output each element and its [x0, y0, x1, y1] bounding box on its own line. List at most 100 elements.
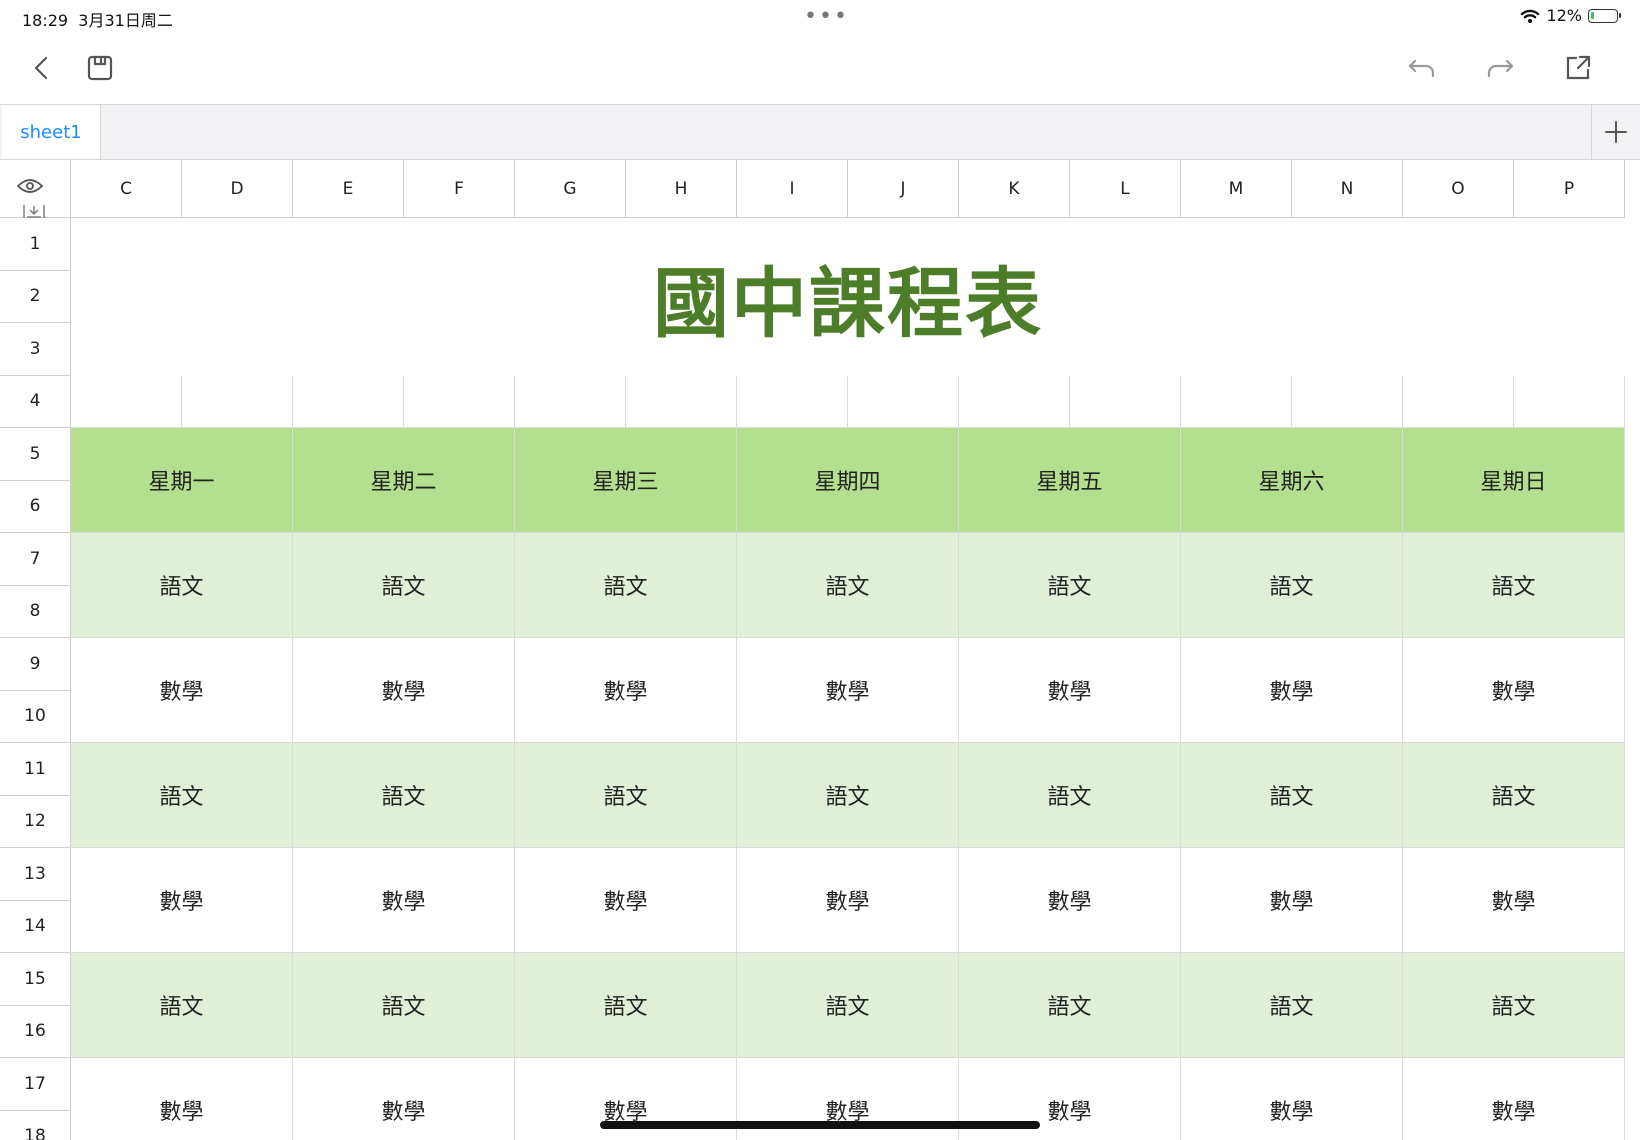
empty-cell[interactable]	[959, 375, 1070, 428]
course-cell[interactable]: 數學	[959, 638, 1181, 743]
empty-cell[interactable]	[182, 375, 293, 428]
column-header[interactable]: I	[737, 160, 848, 218]
course-cell[interactable]: 語文	[515, 743, 737, 848]
course-cell[interactable]: 語文	[1181, 743, 1403, 848]
empty-cell[interactable]	[293, 375, 404, 428]
course-cell[interactable]: 數學	[1403, 638, 1625, 743]
course-cell[interactable]: 語文	[71, 743, 293, 848]
course-cell[interactable]: 語文	[1403, 533, 1625, 638]
course-cell[interactable]: 語文	[1403, 743, 1625, 848]
column-header[interactable]: P	[1514, 160, 1625, 218]
row-header[interactable]: 5	[0, 428, 71, 481]
course-cell[interactable]: 數學	[737, 638, 959, 743]
day-header-cell[interactable]: 星期五	[959, 428, 1181, 533]
column-header[interactable]: D	[182, 160, 293, 218]
row-header[interactable]: 18	[0, 1110, 71, 1140]
back-button[interactable]	[24, 50, 60, 86]
save-button[interactable]	[82, 50, 118, 86]
row-header[interactable]: 12	[0, 795, 71, 848]
row-header[interactable]: 7	[0, 533, 71, 586]
day-header-cell[interactable]: 星期三	[515, 428, 737, 533]
row-header[interactable]: 11	[0, 743, 71, 796]
course-cell[interactable]: 語文	[959, 533, 1181, 638]
row-header[interactable]: 9	[0, 638, 71, 691]
course-cell[interactable]: 數學	[515, 638, 737, 743]
row-header[interactable]: 3	[0, 323, 71, 376]
share-button[interactable]	[1560, 50, 1596, 86]
multitasking-dots-icon[interactable]: •••	[804, 4, 849, 29]
course-cell[interactable]: 語文	[71, 533, 293, 638]
course-cell[interactable]: 語文	[71, 953, 293, 1058]
home-indicator[interactable]	[600, 1121, 1040, 1129]
column-header[interactable]: E	[293, 160, 404, 218]
course-cell[interactable]: 數學	[71, 638, 293, 743]
row-header[interactable]: 17	[0, 1058, 71, 1111]
column-header[interactable]: M	[1181, 160, 1292, 218]
day-header-cell[interactable]: 星期四	[737, 428, 959, 533]
column-header[interactable]: N	[1292, 160, 1403, 218]
course-cell[interactable]: 數學	[293, 638, 515, 743]
course-cell[interactable]: 語文	[1181, 953, 1403, 1058]
row-header[interactable]: 15	[0, 953, 71, 1006]
course-cell[interactable]: 數學	[515, 848, 737, 953]
course-cell[interactable]: 語文	[515, 953, 737, 1058]
empty-cell[interactable]	[1070, 375, 1181, 428]
course-cell[interactable]: 語文	[737, 953, 959, 1058]
course-cell[interactable]: 數學	[959, 848, 1181, 953]
row-header[interactable]: 16	[0, 1005, 71, 1058]
course-cell[interactable]: 語文	[293, 533, 515, 638]
sheet-title[interactable]: 國中課程表	[71, 218, 1625, 376]
empty-cell[interactable]	[1181, 375, 1292, 428]
eye-icon[interactable]	[17, 178, 43, 194]
day-header-cell[interactable]: 星期二	[293, 428, 515, 533]
row-header[interactable]: 4	[0, 375, 71, 428]
course-cell[interactable]: 數學	[737, 848, 959, 953]
course-cell[interactable]: 數學	[1181, 848, 1403, 953]
course-cell[interactable]: 語文	[1403, 953, 1625, 1058]
course-cell[interactable]: 數學	[71, 1058, 293, 1140]
course-cell[interactable]: 語文	[293, 953, 515, 1058]
add-sheet-button[interactable]	[1591, 105, 1640, 159]
row-header[interactable]: 14	[0, 900, 71, 953]
column-header[interactable]: O	[1403, 160, 1514, 218]
column-header[interactable]: L	[1070, 160, 1181, 218]
empty-cell[interactable]	[737, 375, 848, 428]
column-header[interactable]: F	[404, 160, 515, 218]
day-header-cell[interactable]: 星期一	[71, 428, 293, 533]
row-header[interactable]: 10	[0, 690, 71, 743]
empty-cell[interactable]	[1292, 375, 1403, 428]
sheet-tab[interactable]: sheet1	[2, 105, 101, 159]
row-header[interactable]: 13	[0, 848, 71, 901]
row-header[interactable]: 2	[0, 270, 71, 323]
course-cell[interactable]: 數學	[1403, 1058, 1625, 1140]
empty-cell[interactable]	[1403, 375, 1514, 428]
column-header[interactable]: G	[515, 160, 626, 218]
column-header[interactable]: H	[626, 160, 737, 218]
undo-button[interactable]	[1404, 50, 1440, 86]
redo-button[interactable]	[1482, 50, 1518, 86]
column-header[interactable]: K	[959, 160, 1070, 218]
course-cell[interactable]: 語文	[1181, 533, 1403, 638]
column-header[interactable]: C	[71, 160, 182, 218]
row-header[interactable]: 1	[0, 218, 71, 271]
day-header-cell[interactable]: 星期六	[1181, 428, 1403, 533]
course-cell[interactable]: 數學	[1181, 638, 1403, 743]
course-cell[interactable]: 數學	[1403, 848, 1625, 953]
empty-cell[interactable]	[404, 375, 515, 428]
course-cell[interactable]: 語文	[737, 743, 959, 848]
course-cell[interactable]: 數學	[293, 1058, 515, 1140]
course-cell[interactable]: 數學	[71, 848, 293, 953]
empty-cell[interactable]	[626, 375, 737, 428]
empty-cell[interactable]	[1514, 375, 1625, 428]
empty-cell[interactable]	[71, 375, 182, 428]
row-header[interactable]: 6	[0, 480, 71, 533]
course-cell[interactable]: 數學	[1181, 1058, 1403, 1140]
course-cell[interactable]: 語文	[959, 953, 1181, 1058]
empty-cell[interactable]	[515, 375, 626, 428]
course-cell[interactable]: 語文	[737, 533, 959, 638]
course-cell[interactable]: 語文	[293, 743, 515, 848]
empty-cell[interactable]	[848, 375, 959, 428]
course-cell[interactable]: 語文	[515, 533, 737, 638]
course-cell[interactable]: 數學	[293, 848, 515, 953]
column-header[interactable]: J	[848, 160, 959, 218]
